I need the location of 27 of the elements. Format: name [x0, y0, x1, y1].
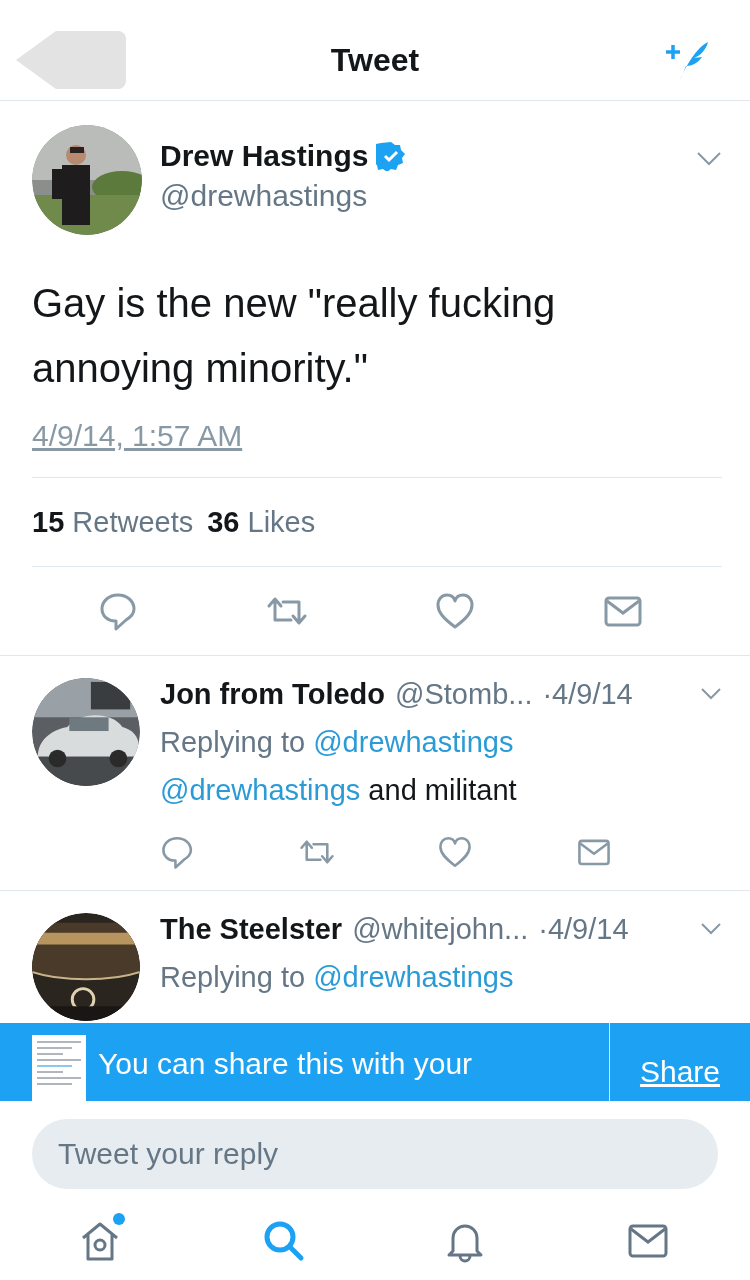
- reply-input-field[interactable]: Tweet your reply: [32, 1118, 718, 1189]
- stat-count[interactable]: 36 Likes: [207, 505, 316, 539]
- replying-to-text: Replying to @drewhastings: [160, 725, 515, 760]
- chevron-down-icon[interactable]: [700, 922, 722, 936]
- tweet-thumbnail-icon: [32, 1035, 86, 1101]
- reply-author-name: Jon from Toledo: [160, 677, 385, 711]
- share-button[interactable]: Share: [610, 1023, 750, 1101]
- reply-author-handle: @whitejohn...: [352, 912, 529, 946]
- share-prompt-text: You can share this with your: [98, 1046, 474, 1082]
- stat-count[interactable]: 15 Retweets: [32, 505, 194, 539]
- screen-title: Tweet: [330, 41, 420, 78]
- reply-date: ·4/9/14: [542, 677, 633, 711]
- author-handle: @drewhastings: [160, 179, 368, 213]
- chevron-down-icon[interactable]: [700, 687, 722, 701]
- reply-date: ·4/9/14: [538, 912, 629, 946]
- chevron-down-icon[interactable]: [696, 151, 722, 167]
- reply-author-handle: @Stomb...: [395, 677, 533, 711]
- author-name: Drew Hastings: [160, 139, 369, 173]
- tweet-timestamp[interactable]: 4/9/14, 1:57 AM: [32, 419, 243, 453]
- mention-link[interactable]: @drewhastings: [313, 961, 514, 993]
- reply-author-name: The Steelster: [160, 912, 343, 946]
- mention-link[interactable]: @drewhastings: [313, 726, 514, 758]
- replying-to-text: Replying to @drewhastings: [160, 960, 515, 995]
- reply-text: @drewhastings and militant: [160, 773, 518, 808]
- tweet-text: Gay is the new "really fucking annoying minority.": [32, 280, 557, 392]
- mention-link[interactable]: @drewhastings: [160, 774, 361, 806]
- heart-icon[interactable]: [437, 834, 474, 870]
